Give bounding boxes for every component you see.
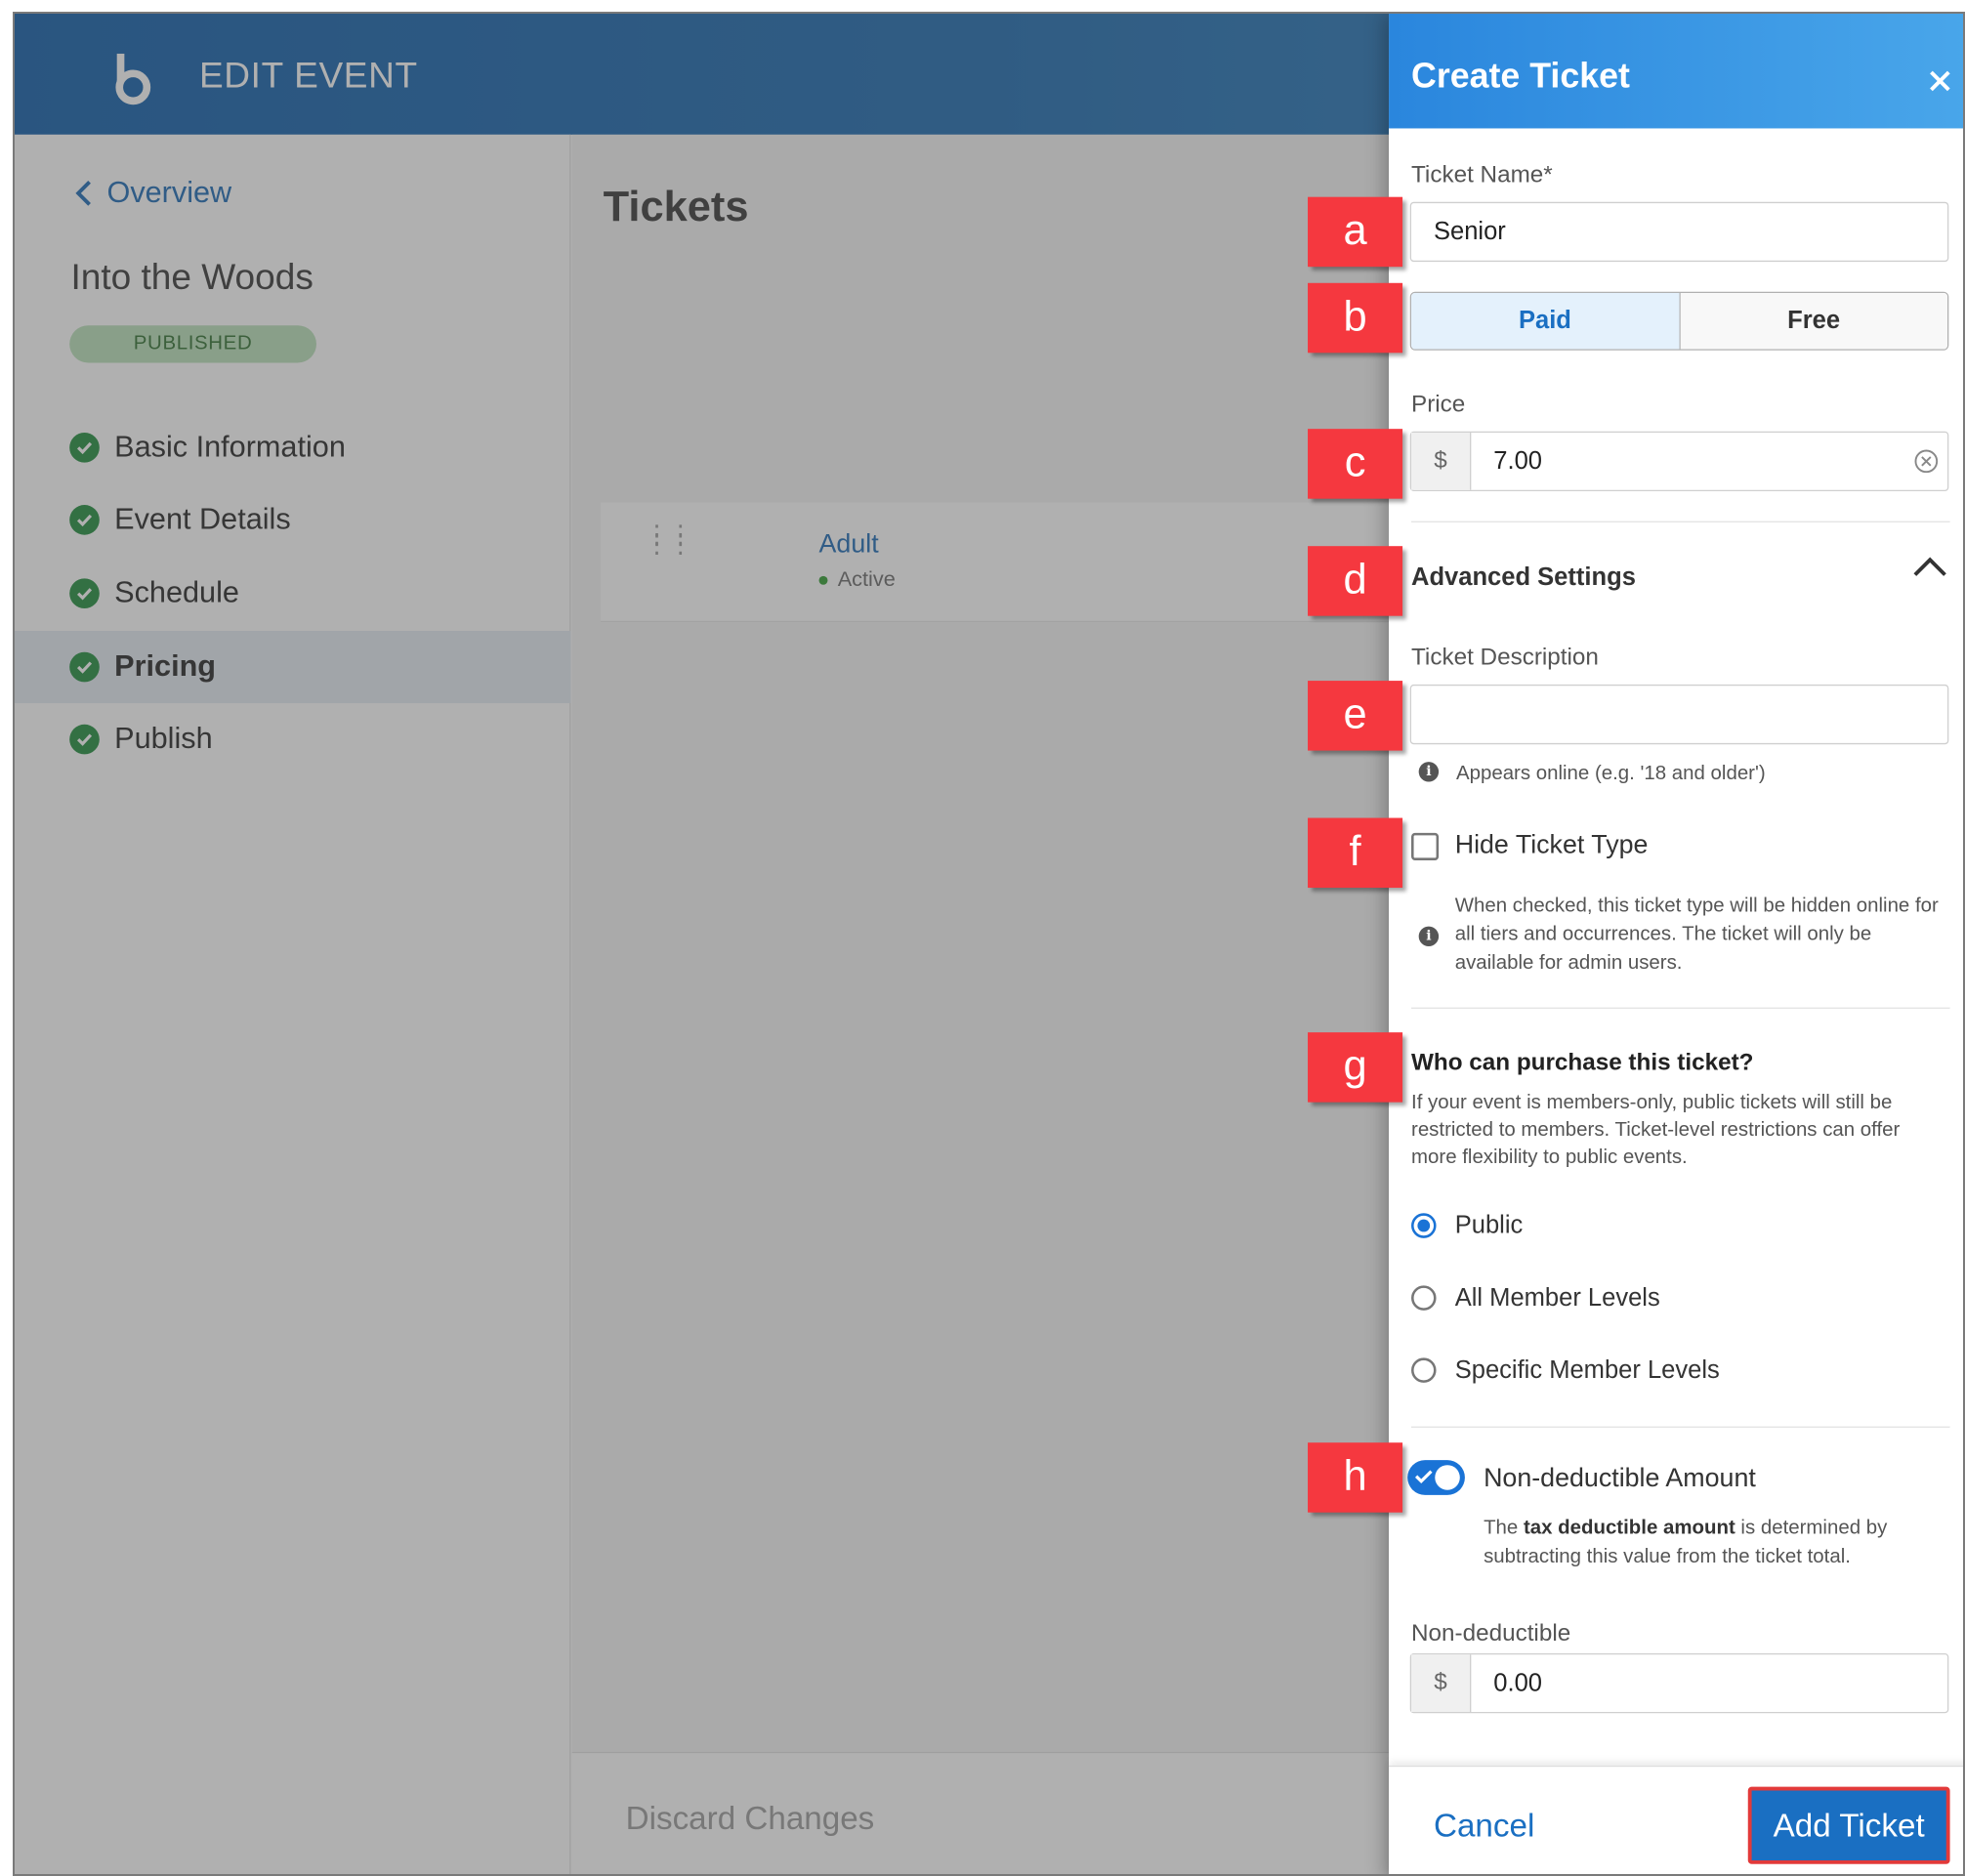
price-label: Price — [1411, 391, 1466, 418]
divider — [1411, 1426, 1950, 1428]
price-input[interactable]: $ 7.00 — [1409, 431, 1949, 492]
divider — [1411, 521, 1950, 522]
non-deductible-desc-bold: tax deductible amount — [1523, 1517, 1735, 1539]
screenshot-frame: EDIT EVENT Overview Into the Woods PUBLI… — [13, 12, 1965, 1876]
callout-c: c — [1308, 429, 1403, 499]
callout-e: e — [1308, 681, 1403, 751]
ticket-description-label: Ticket Description — [1411, 645, 1599, 671]
description-hint-text: Appears online (e.g. '18 and older') — [1455, 763, 1766, 785]
non-deductible-desc-pre: The — [1484, 1517, 1524, 1539]
close-icon[interactable] — [1928, 68, 1953, 94]
currency-symbol: $ — [1411, 1654, 1472, 1713]
non-deductible-description: The tax deductible amount is determined … — [1484, 1514, 1947, 1571]
info-icon: i — [1418, 926, 1440, 947]
paid-option[interactable]: Paid — [1411, 293, 1681, 350]
toggle-knob — [1435, 1465, 1460, 1490]
hide-ticket-type-checkbox[interactable] — [1411, 832, 1440, 860]
hide-ticket-type-label[interactable]: Hide Ticket Type — [1455, 830, 1649, 860]
public-radio[interactable] — [1411, 1213, 1437, 1238]
non-deductible-label: Non-deductible — [1411, 1620, 1571, 1647]
all-member-levels-label[interactable]: All Member Levels — [1455, 1284, 1660, 1313]
callout-g: g — [1308, 1032, 1403, 1103]
currency-symbol: $ — [1411, 433, 1472, 490]
public-radio-label[interactable]: Public — [1455, 1212, 1524, 1240]
add-ticket-button[interactable]: Add Ticket — [1747, 1786, 1950, 1864]
who-can-purchase-description: If your event is members-only, public ti… — [1411, 1092, 1901, 1169]
info-icon: i — [1418, 762, 1440, 782]
advanced-settings-title[interactable]: Advanced Settings — [1411, 563, 1636, 592]
callout-h: h — [1308, 1442, 1403, 1513]
chevron-up-icon[interactable] — [1912, 555, 1947, 577]
price-value[interactable]: 7.00 — [1471, 433, 1904, 490]
non-deductible-input[interactable]: $ 0.00 — [1409, 1652, 1949, 1714]
ticket-type-toggle: Paid Free — [1409, 291, 1949, 351]
ticket-description-input[interactable] — [1409, 684, 1949, 745]
free-option[interactable]: Free — [1680, 293, 1948, 350]
callout-a: a — [1308, 196, 1403, 268]
ticket-name-label: Ticket Name* — [1411, 161, 1553, 188]
ticket-name-input[interactable]: Senior — [1409, 201, 1949, 263]
who-can-purchase-title: Who can purchase this ticket? — [1411, 1050, 1754, 1076]
clear-circle-icon[interactable] — [1905, 433, 1947, 490]
cancel-button[interactable]: Cancel — [1434, 1807, 1534, 1846]
non-deductible-toggle[interactable] — [1407, 1460, 1465, 1495]
all-member-levels-radio[interactable] — [1411, 1285, 1437, 1311]
specific-member-levels-radio[interactable] — [1411, 1357, 1437, 1383]
callout-b: b — [1308, 282, 1403, 354]
divider — [1411, 1007, 1950, 1009]
callout-d: d — [1308, 546, 1403, 616]
description-hint: i Appears online (e.g. '18 and older') — [1418, 760, 1766, 788]
non-deductible-toggle-label[interactable]: Non-deductible Amount — [1484, 1464, 1756, 1494]
drawer-title: Create Ticket — [1411, 56, 1630, 95]
callout-f: f — [1308, 817, 1403, 889]
non-deductible-value[interactable]: 0.00 — [1471, 1654, 1947, 1712]
check-icon — [1414, 1470, 1433, 1484]
specific-member-levels-label[interactable]: Specific Member Levels — [1455, 1356, 1720, 1385]
hide-ticket-type-description: When checked, this ticket type will be h… — [1454, 895, 1939, 975]
app-window: EDIT EVENT Overview Into the Woods PUBLI… — [15, 14, 1963, 1874]
